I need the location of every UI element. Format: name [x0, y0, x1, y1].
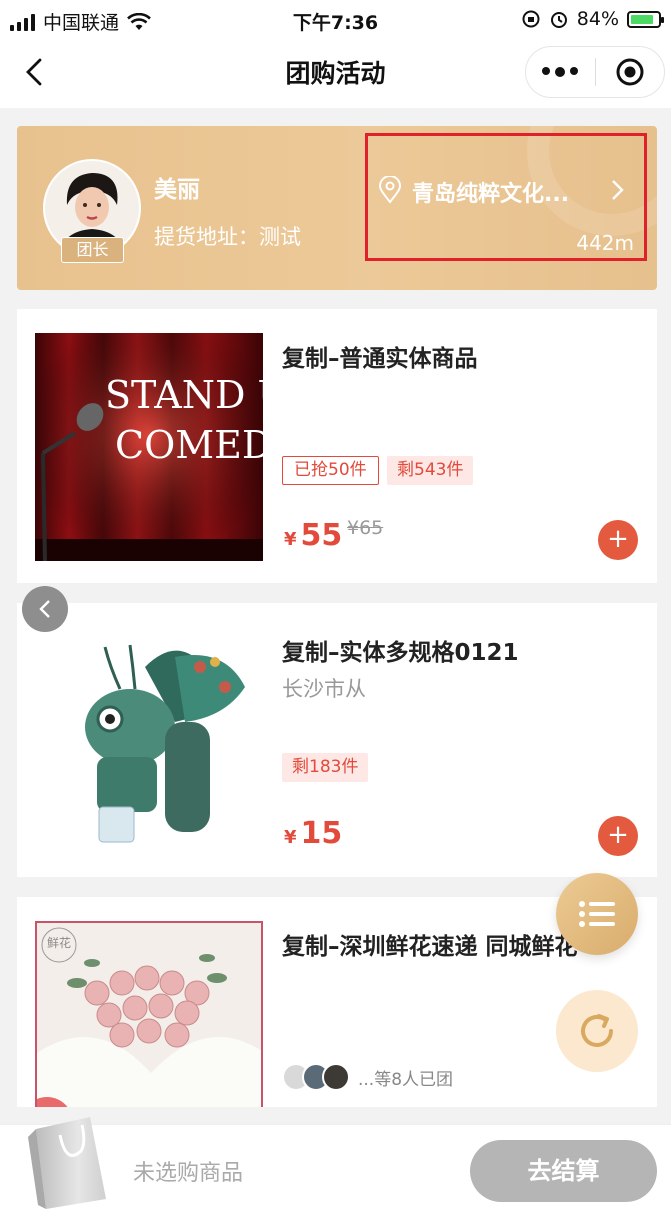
product-card[interactable]: 复制–实体多规格0121 长沙市从 剩183件 ¥15 +: [17, 603, 657, 877]
bottom-bar: 未选购商品 去结算: [0, 1117, 671, 1219]
sold-count-tag: 已抢50件: [282, 456, 379, 485]
product-image[interactable]: [35, 627, 263, 855]
close-mini-program-button[interactable]: [596, 47, 665, 97]
battery-percent: 84%: [576, 8, 619, 30]
location-selector[interactable]: 青岛纯粹文化... 442m: [365, 133, 647, 261]
location-distance: 442m: [576, 231, 634, 255]
list-icon: [579, 901, 615, 927]
rotation-lock-icon: [522, 10, 540, 28]
members-count-text: ...等8人已团: [358, 1069, 454, 1090]
image-caption-1: STAND U: [105, 373, 263, 417]
target-icon: [616, 58, 644, 86]
status-bar: 中国联通 下午7:36 84%: [0, 0, 671, 40]
pickup-address: 提货地址：测试: [154, 225, 301, 249]
group-members: ...等8人已团: [282, 1063, 453, 1091]
original-price: ¥65: [347, 517, 384, 539]
leader-badge: 团长: [61, 237, 124, 263]
price: ¥55: [284, 518, 342, 553]
add-to-cart-button[interactable]: +: [598, 816, 638, 856]
product-image[interactable]: 鲜花: [35, 921, 263, 1107]
bubble-gun-image: [35, 627, 263, 855]
checkout-button[interactable]: 去结算: [470, 1140, 657, 1202]
refresh-icon: [581, 1014, 613, 1047]
price-value: 15: [300, 816, 343, 851]
location-pin-icon: [378, 176, 402, 204]
product-name: 复制–实体多规格0121: [282, 640, 519, 666]
nav-bar: 团购活动: [0, 40, 671, 108]
price-value: 55: [300, 518, 343, 553]
product-subtitle: 长沙市从: [282, 677, 366, 701]
prev-button[interactable]: [22, 586, 68, 632]
leader-name: 美丽: [154, 177, 200, 203]
more-dots-icon: [542, 67, 579, 77]
product-name: 复制–普通实体商品: [282, 346, 478, 372]
image-caption-2: COMEDY: [115, 423, 263, 467]
refresh-float-button[interactable]: [556, 990, 638, 1072]
product-image[interactable]: STAND U COMEDY: [35, 333, 263, 561]
location-name: 青岛纯粹文化...: [412, 182, 570, 207]
chevron-right-icon: [612, 180, 624, 200]
mini-program-capsule: [525, 46, 665, 98]
product-card[interactable]: STAND U COMEDY 复制–普通实体商品 已抢50件 剩543件 ¥55…: [17, 309, 657, 583]
price: ¥15: [284, 816, 342, 851]
currency-symbol: ¥: [284, 827, 297, 848]
shopping-bag-icon[interactable]: [26, 1107, 110, 1211]
member-avatar: [322, 1063, 350, 1091]
stock-tag: 剩183件: [282, 753, 369, 782]
image-watermark: 鲜花: [47, 936, 72, 950]
battery-icon: [627, 10, 664, 28]
chevron-left-icon: [39, 600, 50, 618]
leader-card: 团长 美丽 提货地址：测试 青岛纯粹文化... 442m: [17, 126, 657, 290]
menu-float-button[interactable]: [556, 873, 638, 955]
cart-status: 未选购商品: [133, 1161, 244, 1186]
alarm-icon: [550, 12, 567, 28]
more-button[interactable]: [526, 47, 595, 97]
add-to-cart-button[interactable]: +: [598, 520, 638, 560]
status-right: 84%: [521, 8, 664, 30]
currency-symbol: ¥: [284, 529, 297, 550]
stock-tag: 剩543件: [387, 456, 474, 485]
